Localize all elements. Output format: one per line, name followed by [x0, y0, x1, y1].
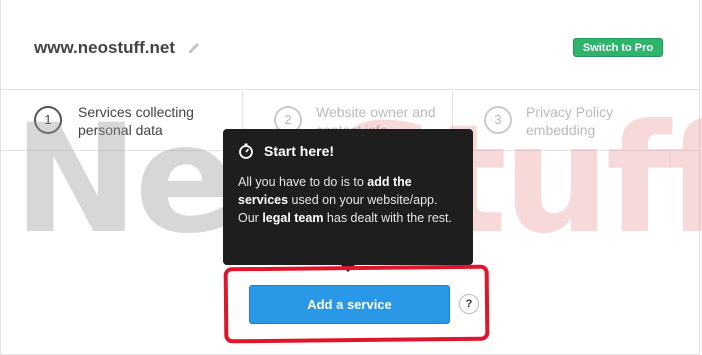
step-services[interactable]: 1 Services collecting personal data: [1, 90, 242, 150]
tooltip-text-bold: legal team: [262, 211, 324, 225]
tooltip-body: All you have to do is to add the service…: [238, 173, 457, 227]
pencil-icon[interactable]: [187, 41, 201, 55]
help-button[interactable]: ?: [459, 294, 479, 314]
switch-to-pro-button[interactable]: Switch to Pro: [573, 38, 663, 57]
site-name: www.neostuff.net: [34, 38, 176, 57]
add-service-button[interactable]: Add a service: [249, 285, 450, 324]
step-number: 3: [484, 106, 512, 134]
tooltip-title: Start here!: [264, 143, 335, 159]
tooltip-text: All you have to do is to: [238, 175, 368, 189]
step-number: 1: [34, 106, 62, 134]
start-here-tooltip: Start here! All you have to do is to add…: [223, 129, 473, 272]
main-panel: www.neostuff.net Switch to Pro 1 Service…: [0, 0, 702, 355]
stopwatch-icon: [239, 143, 253, 159]
tooltip-title-row: Start here!: [238, 143, 457, 159]
tooltip-text: has dealt with the rest.: [323, 211, 452, 225]
step-policy-embedding[interactable]: 3 Privacy Policy embedding: [452, 90, 702, 150]
site-header: www.neostuff.net Switch to Pro: [1, 0, 699, 90]
step-label: Services collecting personal data: [78, 104, 194, 138]
step-label: Privacy Policy embedding: [526, 104, 614, 138]
